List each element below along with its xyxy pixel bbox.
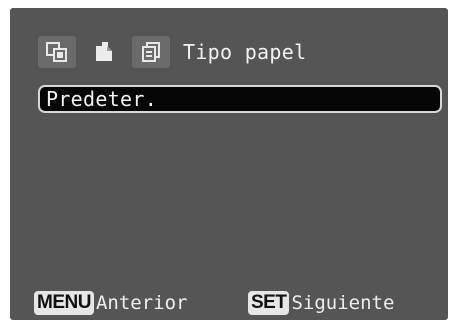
print-page-icon[interactable] <box>38 36 76 68</box>
set-action-label: Siguiente <box>291 292 395 314</box>
header: Tipo papel <box>38 34 306 70</box>
paper-single-icon[interactable] <box>85 36 123 68</box>
footer-menu-hint[interactable]: MENU Anterior <box>34 289 187 317</box>
paper-type-select[interactable]: Predeter. <box>38 85 442 113</box>
set-key-label: SET <box>248 291 290 315</box>
camera-lcd-screen: Tipo papel Predeter. MENU Anterior SET S… <box>10 8 448 320</box>
menu-key-label: MENU <box>34 291 94 315</box>
paper-type-icon[interactable] <box>132 36 170 68</box>
paper-type-value: Predeter. <box>46 87 158 111</box>
page-title: Tipo papel <box>183 40 307 64</box>
footer-set-hint[interactable]: SET Siguiente <box>248 289 394 317</box>
menu-action-label: Anterior <box>95 292 188 314</box>
